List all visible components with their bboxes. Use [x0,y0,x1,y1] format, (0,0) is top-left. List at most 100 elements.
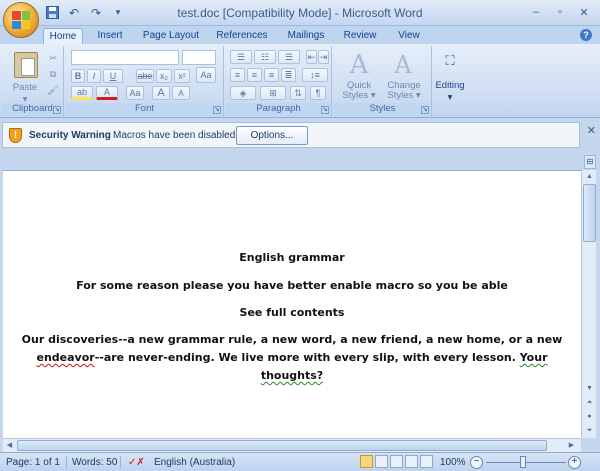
font-group-label: Font [66,103,223,116]
draft-view-icon[interactable] [420,455,433,468]
tab-review[interactable]: Review [340,28,380,44]
grow-font-button[interactable]: A [152,86,170,100]
ribbon: Paste ▾ ✂ ⧉ 🖌 Clipboard ↘ B I U abe x₂ x… [0,44,600,118]
justify-icon[interactable]: ≣ [281,68,296,82]
editing-dropdown-icon[interactable]: ▾ [432,92,468,103]
zoom-slider-track[interactable] [486,462,566,463]
misspelled-word[interactable]: endeavor [36,351,94,364]
highlight-button[interactable]: ab [71,86,93,100]
grammar-flagged-word[interactable]: Your [520,351,548,364]
font-color-button[interactable]: A [96,86,118,100]
font-size-field[interactable] [182,50,216,65]
multilevel-list-icon[interactable]: ☰ [278,50,300,64]
tab-mailings[interactable]: Mailings [282,28,330,44]
paragraph-launcher-icon[interactable]: ↘ [321,106,329,114]
message-bar: Security Warning Macros have been disabl… [0,118,600,152]
zoom-out-icon[interactable]: − [470,456,483,469]
document-line-1: For some reason please you have better e… [76,279,508,292]
tab-references[interactable]: References [214,28,270,44]
previous-page-icon[interactable]: ⏶ [583,396,596,409]
vertical-scroll-thumb[interactable] [583,184,596,242]
bold-button[interactable]: B [71,69,85,83]
borders-icon[interactable]: ⊞ [260,86,286,100]
options-button[interactable]: Options... [236,126,308,145]
cut-icon[interactable]: ✂ [46,52,60,65]
minimize-button[interactable]: – [526,4,546,20]
close-message-bar-icon[interactable]: ✕ [587,124,596,137]
browse-object-icon[interactable]: ● [583,410,596,423]
scroll-down-icon[interactable]: ▼ [583,382,596,395]
show-hide-icon[interactable]: ¶ [310,86,326,100]
paragraph-group: ☰ ☷ ☰ ⇤ ⇥ ≡ ≡ ≡ ≣ ↕≡ ◈ ⊞ ⇅ ¶ Paragraph ↘ [226,46,332,116]
numbering-icon[interactable]: ☷ [254,50,276,64]
zoom-level[interactable]: 100% [440,457,466,468]
view-ruler-icon[interactable]: ⊟ [584,155,596,169]
web-layout-view-icon[interactable] [390,455,403,468]
align-right-icon[interactable]: ≡ [264,68,279,82]
line-spacing-icon[interactable]: ↕≡ [302,68,328,82]
shrink-font-button[interactable]: A [172,86,190,100]
change-case-button[interactable]: Aa [126,86,144,100]
security-warning-panel: Security Warning Macros have been disabl… [2,122,580,148]
outline-view-icon[interactable] [405,455,418,468]
close-button[interactable]: ✕ [574,4,594,20]
copy-icon[interactable]: ⧉ [46,68,60,81]
next-page-icon[interactable]: ⏷ [583,424,596,437]
font-name-field[interactable] [71,50,179,65]
maximize-button[interactable]: ▫ [550,4,570,20]
vertical-scrollbar[interactable]: ▲ ▼ ⏶ ● ⏷ [581,170,596,438]
sort-icon[interactable]: ⇅ [290,86,306,100]
editing-group[interactable]: ⛶ Editing ▾ [434,46,466,116]
horizontal-scroll-thumb[interactable] [17,440,547,451]
tab-view[interactable]: View [392,28,426,44]
word-count[interactable]: Words: 50 [72,457,117,468]
change-styles-icon[interactable]: A [386,50,420,80]
font-launcher-icon[interactable]: ↘ [213,106,221,114]
office-logo-icon [12,11,30,29]
bullets-icon[interactable]: ☰ [230,50,252,64]
tab-page-layout[interactable]: Page Layout [140,28,202,44]
shading-icon[interactable]: ◈ [230,86,256,100]
grammar-flagged-text[interactable]: thoughts? [261,369,323,382]
security-warning-message: Macros have been disabled. [113,130,239,141]
status-divider [120,456,121,469]
superscript-button[interactable]: x² [174,69,190,83]
increase-indent-icon[interactable]: ⇥ [318,50,329,64]
horizontal-scrollbar[interactable]: ◀ ▶ [3,438,581,452]
office-button[interactable] [3,2,39,38]
language-indicator[interactable]: English (Australia) [154,457,235,468]
paste-icon[interactable] [14,52,38,78]
quick-styles-label-2[interactable]: Styles ▾ [338,90,380,101]
document-page[interactable]: English grammar For some reason please y… [3,170,581,438]
print-layout-view-icon[interactable] [360,455,373,468]
strikethrough-button[interactable]: abe [136,69,154,83]
help-icon[interactable]: ? [580,29,592,41]
subscript-button[interactable]: x₂ [156,69,172,83]
clipboard-launcher-icon[interactable]: ↘ [53,106,61,114]
align-center-icon[interactable]: ≡ [247,68,262,82]
page-count[interactable]: Page: 1 of 1 [6,457,60,468]
scroll-right-icon[interactable]: ▶ [565,439,578,452]
tab-home[interactable]: Home [43,28,83,44]
zoom-in-icon[interactable]: + [568,456,581,469]
scroll-up-icon[interactable]: ▲ [583,170,596,183]
security-warning-title: Security Warning [29,130,111,141]
change-styles-label-2[interactable]: Styles ▾ [382,90,426,101]
document-heading: English grammar [239,251,345,264]
paste-button-label[interactable]: Paste [6,82,44,93]
align-left-icon[interactable]: ≡ [230,68,245,82]
underline-button[interactable]: U [103,69,123,83]
styles-launcher-icon[interactable]: ↘ [421,106,429,114]
tab-insert[interactable]: Insert [90,28,130,44]
full-screen-reading-view-icon[interactable] [375,455,388,468]
italic-button[interactable]: I [87,69,101,83]
document-paragraph-line-1: Our discoveries--a new grammar rule, a n… [21,333,563,346]
clear-formatting-button[interactable]: Aa [196,67,216,83]
format-painter-icon[interactable]: 🖌 [46,84,60,97]
decrease-indent-icon[interactable]: ⇤ [306,50,317,64]
styles-group: A Quick Styles ▾ A Change Styles ▾ Style… [334,46,432,116]
quick-styles-icon[interactable]: A [342,50,376,80]
scroll-left-icon[interactable]: ◀ [3,439,16,452]
zoom-slider-thumb[interactable] [520,456,526,468]
proofing-icon[interactable]: ✓✗ [128,457,145,468]
